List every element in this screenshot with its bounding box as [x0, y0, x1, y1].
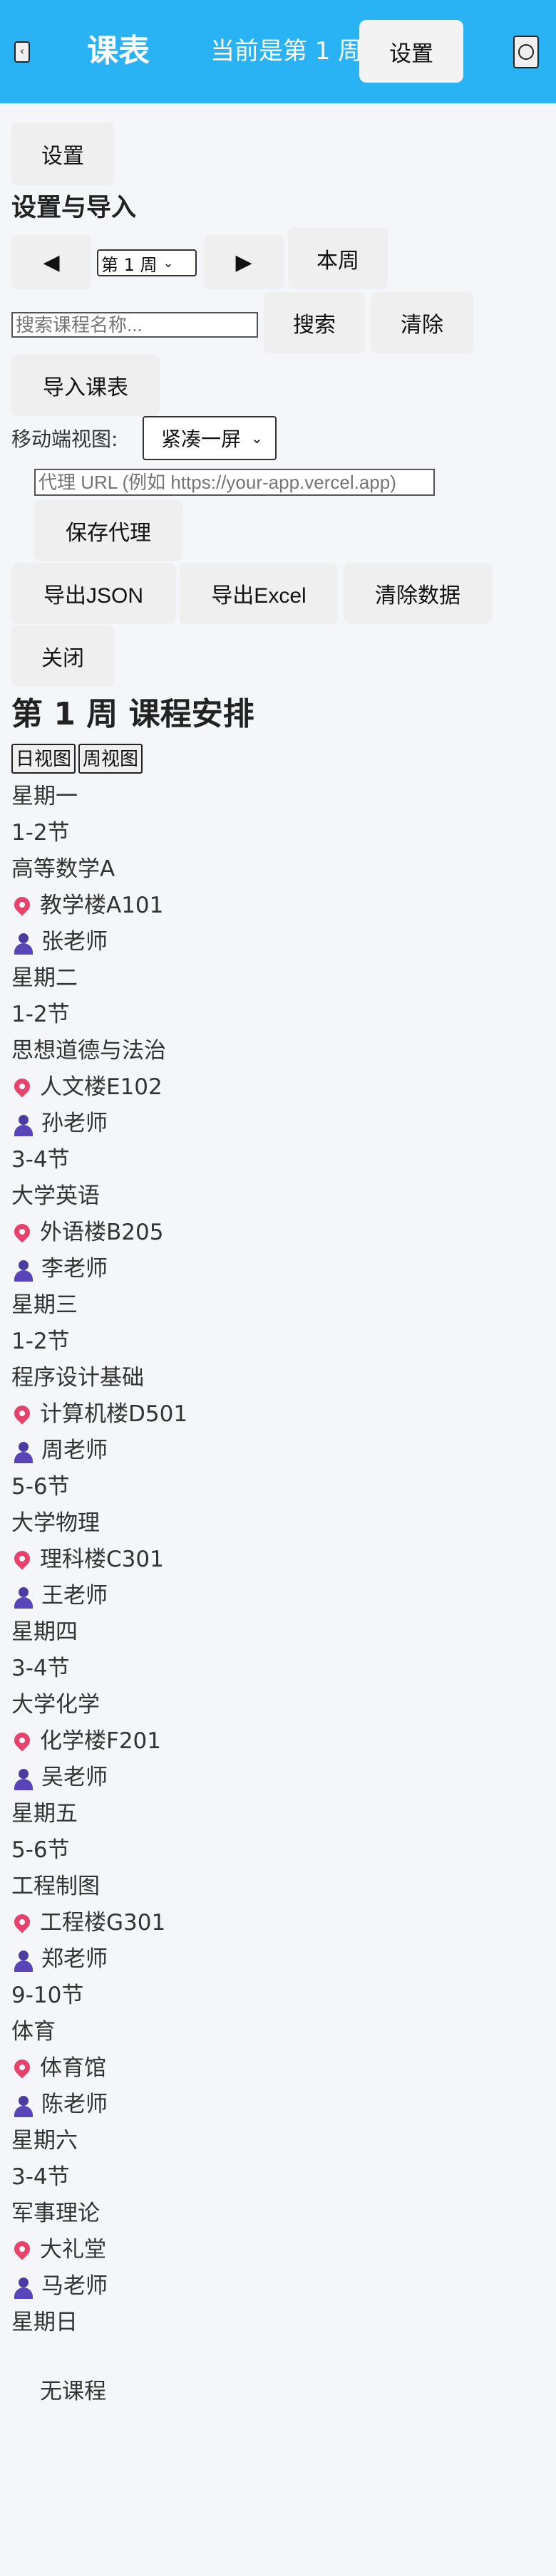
- course-period: 5-6节: [11, 1474, 70, 1500]
- course-location: 计算机楼D501: [11, 1400, 187, 1428]
- day-label: 星期三: [11, 1292, 78, 1318]
- location-pin-icon: [11, 1728, 34, 1752]
- course-period: 1-2节: [11, 1002, 70, 1027]
- help-button[interactable]: [513, 36, 539, 68]
- course-location: 化学楼F201: [11, 1727, 161, 1755]
- course-teacher: 郑老师: [11, 1945, 108, 1973]
- export-excel-button[interactable]: 导出Excel: [180, 563, 338, 624]
- location-pin-icon: [11, 2237, 34, 2260]
- day-label: 星期日: [11, 2310, 78, 2335]
- location-pin-icon: [11, 1401, 34, 1425]
- import-schedule-button[interactable]: 导入课表: [11, 355, 160, 416]
- course-period: 1-2节: [11, 1329, 70, 1354]
- course-name: 大学化学: [11, 1692, 100, 1718]
- person-icon: [13, 1440, 34, 1463]
- day-view-button[interactable]: 日视图: [11, 744, 76, 774]
- close-settings-button[interactable]: 关闭: [11, 625, 114, 687]
- course-location: 外语楼B205: [11, 1218, 163, 1247]
- course-location: 人文楼E102: [11, 1073, 163, 1101]
- course-search-input[interactable]: [11, 312, 258, 338]
- clear-search-button[interactable]: 清除: [371, 292, 473, 353]
- settings-title: 设置与导入: [11, 194, 137, 222]
- chevron-left-icon[interactable]: ‹: [14, 41, 30, 63]
- course-location: 大礼堂: [11, 2235, 106, 2264]
- course-period: 1-2节: [11, 820, 70, 846]
- prev-week-button[interactable]: ◀: [11, 235, 91, 289]
- save-proxy-button[interactable]: 保存代理: [34, 500, 182, 561]
- course-location: 教学楼A101: [11, 891, 163, 920]
- location-pin-icon: [11, 893, 34, 916]
- course-name: 思想道德与法治: [11, 1038, 166, 1064]
- course-teacher: 吴老师: [11, 1763, 108, 1792]
- course-teacher: 周老师: [11, 1436, 108, 1465]
- mobile-view-value: 紧凑一屏: [161, 427, 242, 451]
- person-icon: [13, 1949, 34, 1972]
- mobile-view-label: 移动端视图:: [11, 427, 118, 451]
- location-pin-icon: [11, 1910, 34, 1933]
- day-label: 星期五: [11, 1801, 78, 1827]
- course-period: 5-6节: [11, 1837, 70, 1863]
- course-teacher: 陈老师: [11, 2090, 108, 2119]
- this-week-button[interactable]: 本周: [288, 228, 388, 289]
- course-name: 工程制图: [11, 1874, 100, 1899]
- course-teacher: 张老师: [11, 928, 108, 956]
- next-week-button[interactable]: ▶: [204, 235, 284, 289]
- app-title: 课表: [87, 33, 150, 69]
- course-name: 大学物理: [11, 1510, 100, 1536]
- location-pin-icon: [11, 1547, 34, 1570]
- clear-data-button[interactable]: 清除数据: [344, 563, 492, 624]
- schedule-title: 第 1 周 课程安排: [11, 696, 254, 732]
- location-pin-icon: [11, 1074, 34, 1098]
- course-location: 工程楼G301: [11, 1908, 165, 1937]
- course-teacher: 王老师: [11, 1582, 108, 1610]
- course-location: 体育馆: [11, 2054, 106, 2082]
- course-period: 3-4节: [11, 1147, 70, 1173]
- person-icon: [13, 1259, 34, 1282]
- course-name: 程序设计基础: [11, 1365, 144, 1391]
- settings-toggle-button[interactable]: 设置: [11, 123, 114, 185]
- location-pin-icon: [11, 1220, 34, 1243]
- person-icon: [13, 1767, 34, 1790]
- course-period: 3-4节: [11, 2164, 70, 2190]
- person-icon: [13, 2094, 34, 2117]
- course-name: 体育: [11, 2019, 56, 2045]
- chevron-down-icon: ⌄: [251, 430, 263, 447]
- course-name: 高等数学A: [11, 856, 115, 882]
- top-bar: ‹ 课表 当前是第 1 周 设置: [0, 0, 556, 103]
- person-icon: [13, 932, 34, 955]
- course-teacher: 马老师: [11, 2272, 108, 2300]
- week-select-value: 第 1 周: [101, 254, 158, 275]
- day-label: 星期一: [11, 784, 78, 809]
- header-settings-button[interactable]: 设置: [359, 20, 463, 83]
- course-teacher: 孙老师: [11, 1109, 108, 1138]
- day-label: 星期二: [11, 965, 78, 991]
- proxy-url-input[interactable]: [34, 469, 435, 496]
- export-json-button[interactable]: 导出JSON: [11, 563, 175, 624]
- person-icon: [13, 1113, 34, 1136]
- course-name: 军事理论: [11, 2201, 100, 2226]
- mobile-view-select[interactable]: 紧凑一屏 ⌄: [143, 416, 277, 460]
- circle-icon: [518, 44, 534, 60]
- week-select[interactable]: 第 1 周 ⌄: [97, 249, 197, 276]
- search-button[interactable]: 搜索: [264, 292, 365, 353]
- course-name: 大学英语: [11, 1183, 100, 1209]
- week-view-button[interactable]: 周视图: [78, 744, 143, 774]
- chevron-down-icon: ⌄: [163, 255, 174, 271]
- person-icon: [13, 2276, 34, 2299]
- day-label: 星期四: [11, 1619, 78, 1645]
- empty-day-message: 无课程: [40, 2379, 106, 2404]
- person-icon: [13, 1586, 34, 1609]
- course-teacher: 李老师: [11, 1255, 108, 1283]
- course-period: 3-4节: [11, 1656, 70, 1681]
- location-pin-icon: [11, 2055, 34, 2079]
- course-period: 9-10节: [11, 1983, 84, 2008]
- course-location: 理科楼C301: [11, 1545, 164, 1574]
- day-label: 星期六: [11, 2128, 78, 2154]
- current-week-info: 当前是第 1 周: [210, 37, 363, 66]
